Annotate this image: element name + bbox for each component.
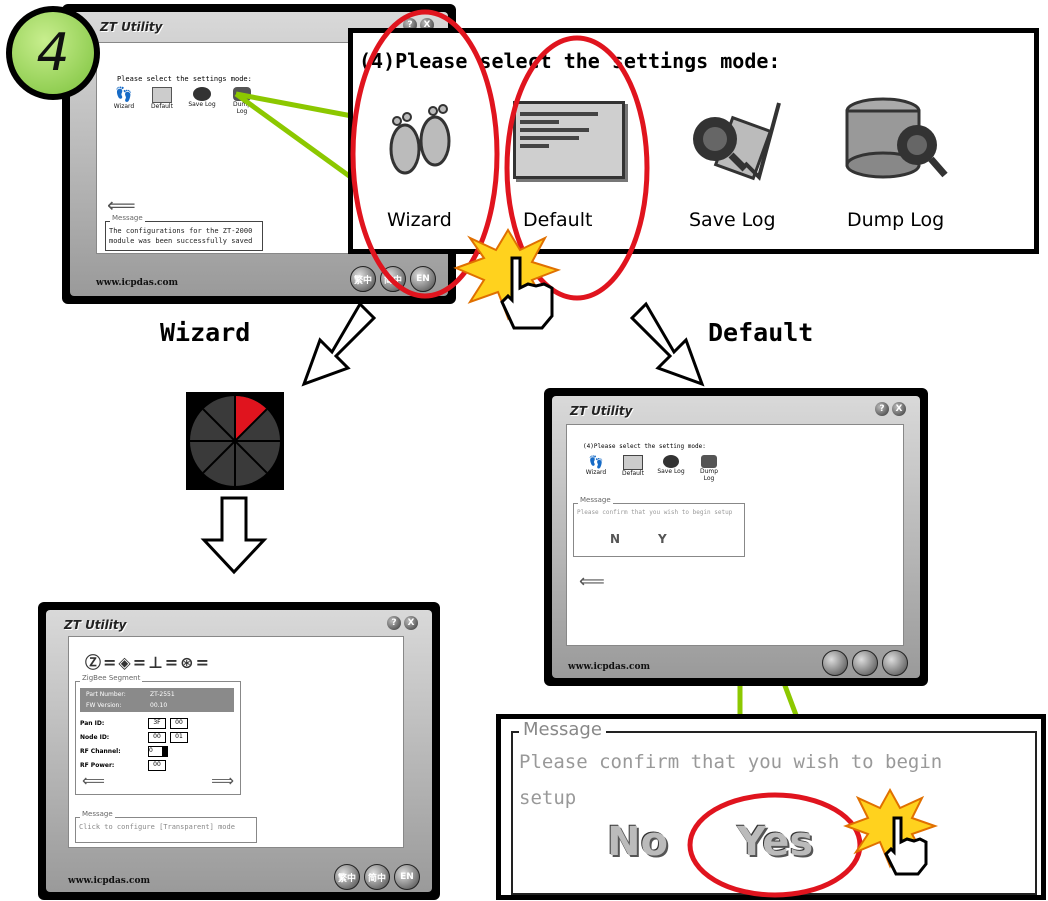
highlight-ellipse-yes	[687, 787, 939, 898]
